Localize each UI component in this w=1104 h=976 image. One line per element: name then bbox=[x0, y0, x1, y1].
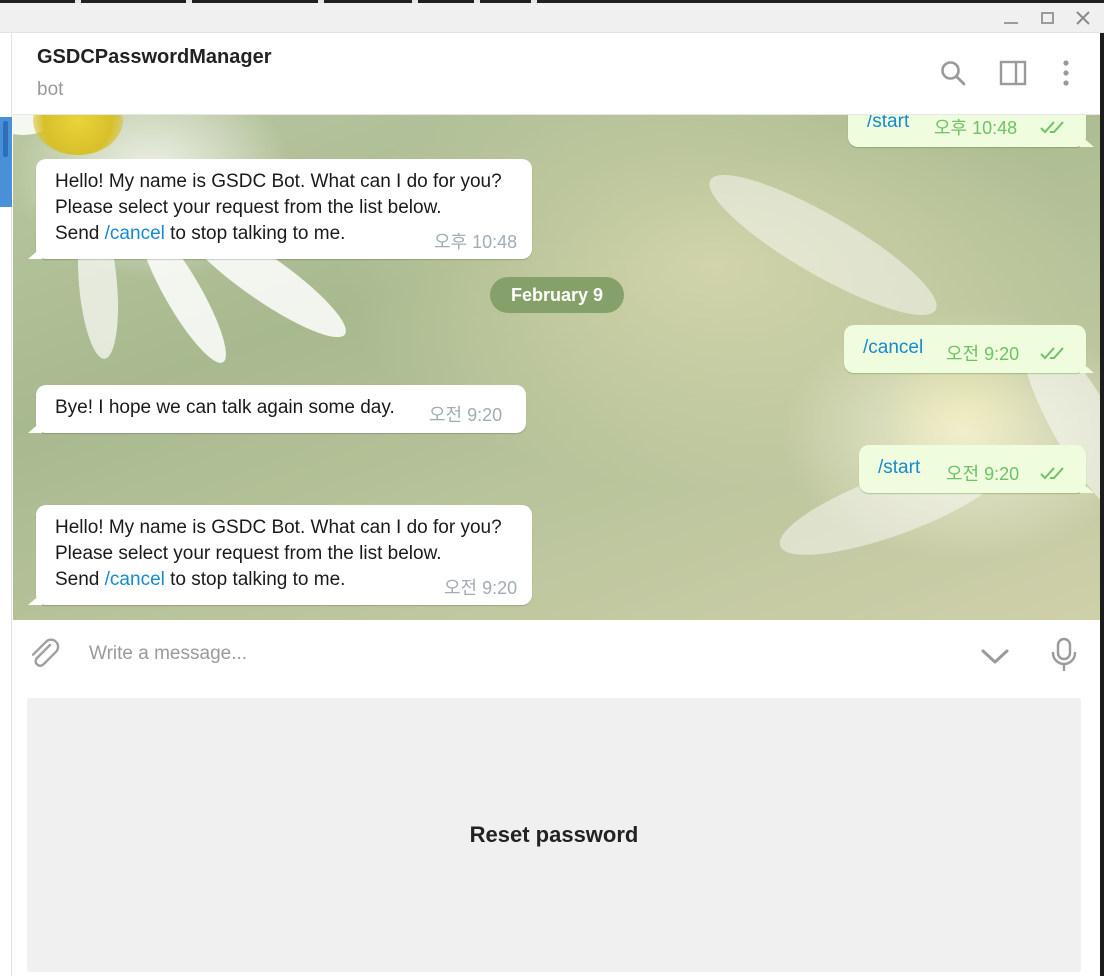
search-icon bbox=[941, 61, 966, 86]
hide-keyboard-button[interactable] bbox=[977, 638, 1013, 674]
close-icon bbox=[1076, 11, 1090, 25]
maximize-icon bbox=[1040, 12, 1054, 24]
double-check-icon bbox=[1040, 467, 1064, 480]
maximize-button[interactable] bbox=[1030, 5, 1064, 31]
cancel-command-link[interactable]: /cancel bbox=[105, 569, 165, 590]
wallpaper-flower bbox=[33, 115, 123, 155]
side-panel-icon bbox=[999, 60, 1027, 86]
send-suffix: to stop talking to me. bbox=[164, 569, 346, 590]
message-time: 오후 10:48 bbox=[934, 118, 1018, 138]
search-button[interactable] bbox=[935, 55, 971, 91]
window-titlebar[interactable] bbox=[0, 3, 1104, 33]
message-text: Bye! I hope we can talk again some day. bbox=[55, 397, 395, 418]
dialogs-list-edge bbox=[0, 33, 12, 976]
peer-status: bot bbox=[37, 79, 64, 100]
more-vertical-icon bbox=[1063, 60, 1069, 86]
more-button[interactable] bbox=[1048, 55, 1084, 91]
double-check-icon bbox=[1040, 347, 1064, 360]
compose-bar bbox=[13, 620, 1100, 690]
chat-header: GSDCPasswordManager bot bbox=[13, 33, 1100, 115]
message-time: 오전 9:20 bbox=[946, 464, 1020, 484]
message-line: Please select your request from the list… bbox=[55, 543, 442, 564]
message-time: 오후 10:48 bbox=[434, 232, 518, 252]
message-line: Send /cancel to stop talking to me. bbox=[55, 567, 502, 593]
send-suffix: to stop talking to me. bbox=[164, 223, 346, 244]
incoming-message[interactable]: Bye! I hope we can talk again some day. … bbox=[36, 385, 526, 433]
chevron-down-icon bbox=[981, 649, 1009, 664]
cancel-command-link[interactable]: /cancel bbox=[105, 223, 165, 244]
outgoing-message[interactable]: /start 오전 9:20 bbox=[859, 445, 1086, 493]
message-input[interactable] bbox=[89, 637, 649, 671]
reset-password-button[interactable]: Reset password bbox=[27, 698, 1081, 972]
minimize-button[interactable] bbox=[994, 5, 1028, 31]
message-time: 오전 9:20 bbox=[946, 344, 1020, 364]
bot-keyboard: Reset password bbox=[13, 690, 1100, 976]
message-line: Hello! My name is GSDC Bot. What can I d… bbox=[55, 171, 502, 192]
window-right-frame bbox=[1100, 33, 1104, 976]
incoming-message[interactable]: Hello! My name is GSDC Bot. What can I d… bbox=[36, 505, 532, 605]
close-button[interactable] bbox=[1066, 5, 1100, 31]
message-text[interactable]: /start bbox=[878, 455, 920, 481]
send-prefix: Send bbox=[55, 223, 105, 244]
peer-name[interactable]: GSDCPasswordManager bbox=[37, 46, 272, 69]
side-panel-button[interactable] bbox=[995, 55, 1031, 91]
chat-history[interactable]: /start 오후 10:48 Hello! My name is GSDC B… bbox=[13, 115, 1100, 620]
message-text[interactable]: /cancel bbox=[863, 335, 923, 361]
incoming-message[interactable]: Hello! My name is GSDC Bot. What can I d… bbox=[36, 159, 532, 259]
attach-button[interactable] bbox=[27, 636, 63, 672]
minimize-icon bbox=[1004, 22, 1018, 24]
message-time: 오전 9:20 bbox=[429, 405, 503, 425]
message-line: Hello! My name is GSDC Bot. What can I d… bbox=[55, 517, 502, 538]
voice-record-button[interactable] bbox=[1047, 636, 1081, 674]
double-check-icon bbox=[1040, 121, 1064, 134]
microphone-icon bbox=[1051, 637, 1077, 672]
message-time: 오전 9:20 bbox=[444, 578, 518, 598]
message-line: Please select your request from the list… bbox=[55, 197, 442, 218]
paperclip-icon bbox=[31, 638, 60, 667]
date-separator: February 9 bbox=[490, 277, 624, 313]
message-text[interactable]: /start bbox=[867, 115, 909, 135]
send-prefix: Send bbox=[55, 569, 105, 590]
wallpaper-petal bbox=[695, 154, 951, 336]
outgoing-message[interactable]: /start 오후 10:48 bbox=[848, 115, 1086, 147]
dialogs-scroll-mark bbox=[3, 121, 8, 157]
outgoing-message[interactable]: /cancel 오전 9:20 bbox=[844, 325, 1086, 373]
